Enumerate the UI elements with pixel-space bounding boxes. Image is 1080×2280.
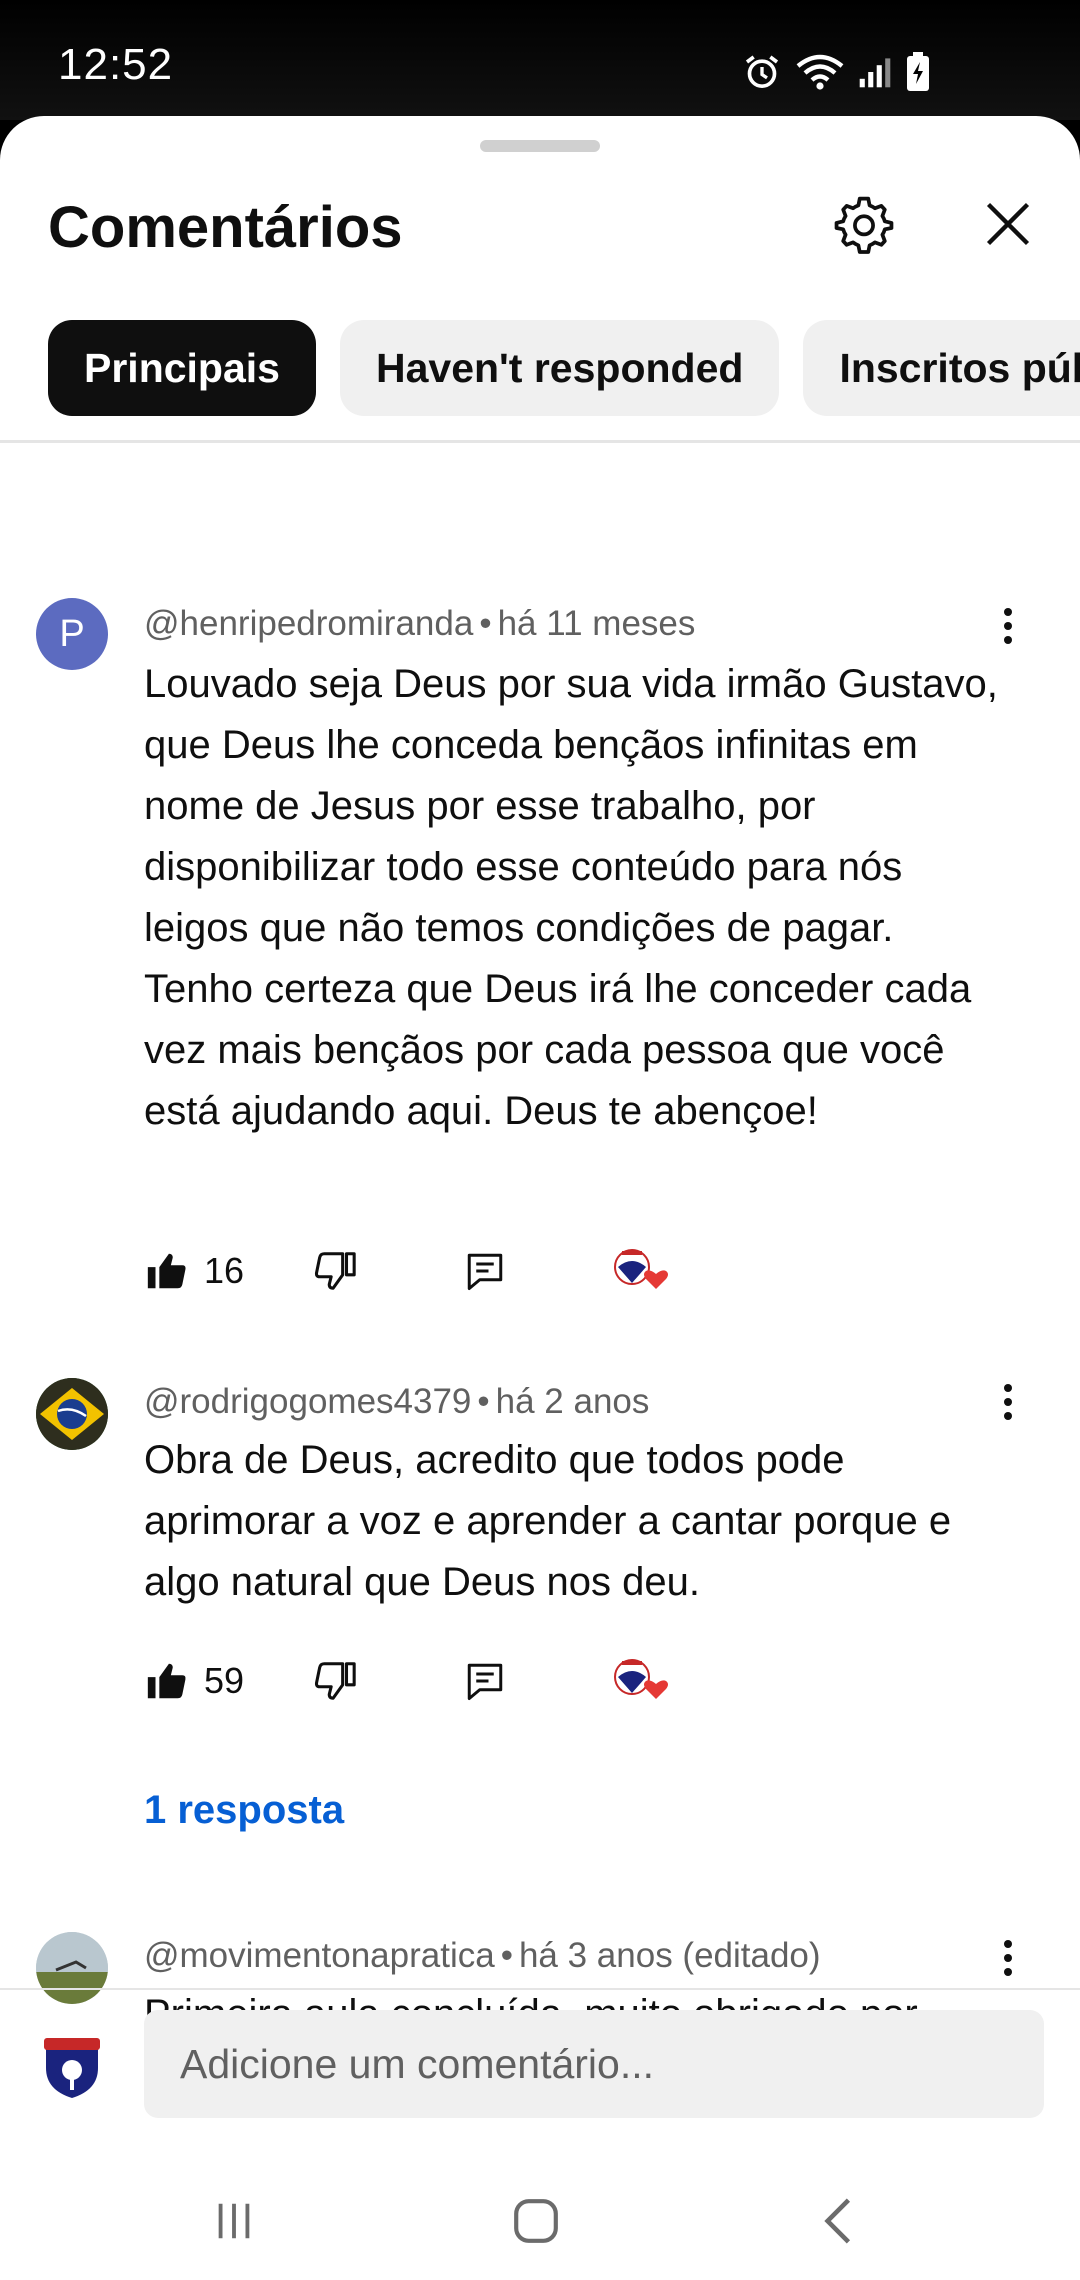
close-icon: [986, 202, 1030, 246]
comment-author[interactable]: @henripedromiranda: [144, 604, 473, 643]
comment-meta: @rodrigogomes4379 • há 2 anos: [144, 1382, 650, 1421]
drag-handle[interactable]: [480, 140, 600, 152]
comment-time: há 2 anos: [495, 1382, 650, 1421]
back-button[interactable]: [798, 2186, 878, 2256]
like-button[interactable]: 59: [144, 1646, 244, 1716]
home-icon: [514, 2199, 558, 2243]
reply-button[interactable]: [464, 1646, 506, 1716]
wifi-icon: [796, 54, 844, 90]
comment-author[interactable]: @rodrigogomes4379: [144, 1382, 471, 1421]
signal-icon: [859, 58, 891, 88]
comment-time: há 11 meses: [497, 604, 696, 643]
recents-icon: [218, 2203, 250, 2239]
dislike-button[interactable]: [312, 1236, 358, 1306]
status-bar: 12:52: [0, 0, 1080, 120]
composer-divider: [0, 1988, 1080, 1990]
filter-chips: Principais Haven't responded Inscritos p…: [48, 320, 1080, 416]
chips-divider: [0, 440, 1080, 443]
comments-sheet: Comentários Principais Haven't responded…: [0, 116, 1080, 2280]
more-vert-icon: [1004, 1940, 1012, 1976]
more-vert-icon: [1004, 608, 1012, 644]
recents-button[interactable]: [194, 2186, 274, 2256]
home-button[interactable]: [496, 2186, 576, 2256]
comment-meta: @henripedromiranda • há 11 meses: [144, 604, 696, 643]
creator-heart-badge-icon: [614, 1249, 668, 1289]
comment-time: há 3 anos (editado): [518, 1936, 821, 1975]
more-vert-icon: [1004, 1384, 1012, 1420]
chip-inscritos-publicos[interactable]: Inscritos públi: [803, 320, 1080, 416]
comment-menu-button[interactable]: [988, 1372, 1028, 1432]
creator-heart-badge-icon: [614, 1659, 668, 1699]
like-count: 16: [204, 1250, 245, 1291]
comment-menu-button[interactable]: [988, 596, 1028, 656]
thumb-up-icon: [147, 1663, 186, 1699]
reply-comment-icon: [467, 1253, 503, 1290]
avatar-letter: P: [59, 612, 85, 655]
like-count: 59: [204, 1660, 245, 1701]
chip-havent-responded[interactable]: Haven't responded: [339, 320, 780, 416]
creator-heart: [610, 1236, 672, 1306]
gear-icon: [834, 196, 894, 254]
battery-charging-icon: [907, 52, 929, 91]
add-comment-input[interactable]: Adicione um comentário...: [144, 2010, 1044, 2118]
thumb-up-icon: [147, 1253, 186, 1289]
close-button[interactable]: [968, 184, 1048, 264]
comment-author[interactable]: @movimentonapratica: [144, 1936, 495, 1975]
thumb-down-icon: [314, 1662, 356, 1700]
alarm-icon: [745, 55, 779, 88]
reply-comment-icon: [467, 1663, 503, 1700]
comment-actions: 59: [144, 1646, 704, 1716]
chip-principais[interactable]: Principais: [48, 320, 316, 416]
settings-button[interactable]: [824, 184, 904, 264]
landscape-avatar-icon: [36, 1932, 108, 2004]
back-chevron-icon: [824, 2198, 851, 2244]
replies-link[interactable]: 1 resposta: [144, 1788, 344, 1833]
avatar[interactable]: [36, 1378, 108, 1450]
comment-text: Louvado seja Deus por sua vida irmão Gus…: [144, 662, 998, 1133]
comment-menu-button[interactable]: [988, 1928, 1028, 1988]
comments-list: P @henripedromiranda • há 11 meses Louvado…: [0, 446, 1080, 2106]
avatar[interactable]: [36, 1932, 108, 2004]
system-nav-bar: [0, 2156, 1080, 2280]
like-button[interactable]: 16: [144, 1236, 244, 1306]
reply-button[interactable]: [464, 1236, 506, 1306]
dislike-button[interactable]: [312, 1646, 358, 1716]
comment-actions: 16: [144, 1236, 704, 1306]
brazil-flag-avatar-icon: [36, 1378, 108, 1450]
status-icons: [742, 52, 930, 92]
comment-text: Obra de Deus, acredito que todos pode ap…: [144, 1438, 952, 1604]
thumb-down-icon: [314, 1252, 356, 1290]
avatar[interactable]: P: [36, 598, 108, 670]
creator-heart: [610, 1646, 672, 1716]
status-time: 12:52: [58, 40, 174, 89]
user-avatar: [36, 2028, 108, 2100]
channel-logo-icon: [44, 2038, 100, 2098]
sheet-title: Comentários: [48, 195, 403, 260]
comment-meta: @movimentonapratica • há 3 anos (editado): [144, 1936, 821, 1975]
